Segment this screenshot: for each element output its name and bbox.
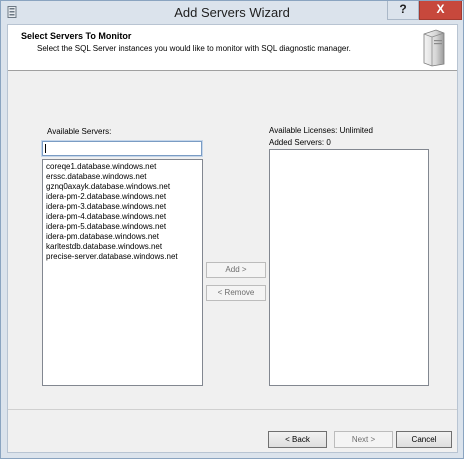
text-cursor <box>45 144 46 153</box>
available-servers-label: Available Servers: <box>47 127 112 136</box>
server-icon <box>423 29 445 67</box>
help-button[interactable]: ? <box>387 1 419 20</box>
server-list-item[interactable]: coreqe1.database.windows.net <box>43 162 202 172</box>
server-list-item[interactable]: idera-pm.database.windows.net <box>43 232 202 242</box>
next-button[interactable]: Next > <box>334 431 393 448</box>
server-list-item[interactable]: idera-pm-5.database.windows.net <box>43 222 202 232</box>
available-licenses-label: Available Licenses: Unlimited <box>269 126 373 135</box>
server-filter-input[interactable] <box>41 140 203 157</box>
server-list-item[interactable]: gznq0axayk.database.windows.net <box>43 182 202 192</box>
close-button[interactable]: X <box>419 1 462 20</box>
add-button[interactable]: Add > <box>206 262 266 278</box>
wizard-window: Add Servers Wizard ? X Select Servers To… <box>0 0 464 459</box>
wizard-client-area: Select Servers To Monitor Select the SQL… <box>7 24 458 453</box>
added-servers-label: Added Servers: 0 <box>269 138 331 147</box>
page-description: Select the SQL Server instances you woul… <box>37 44 351 53</box>
server-list-item[interactable]: idera-pm-3.database.windows.net <box>43 202 202 212</box>
server-list-item[interactable]: idera-pm-4.database.windows.net <box>43 212 202 222</box>
footer-divider <box>8 409 457 410</box>
server-list-item[interactable]: erssc.database.windows.net <box>43 172 202 182</box>
back-button[interactable]: < Back <box>268 431 327 448</box>
added-servers-list[interactable] <box>269 149 429 386</box>
server-list-item[interactable]: karltestdb.database.windows.net <box>43 242 202 252</box>
cancel-button[interactable]: Cancel <box>396 431 452 448</box>
server-list-item[interactable]: idera-pm-2.database.windows.net <box>43 192 202 202</box>
available-servers-list[interactable]: coreqe1.database.windows.net erssc.databa… <box>42 159 203 386</box>
server-list-item[interactable]: precise-server.database.windows.net <box>43 252 202 262</box>
wizard-header: Select Servers To Monitor Select the SQL… <box>8 25 457 71</box>
remove-button[interactable]: < Remove <box>206 285 266 301</box>
page-title: Select Servers To Monitor <box>21 31 132 41</box>
title-bar[interactable]: Add Servers Wizard ? X <box>1 1 463 23</box>
